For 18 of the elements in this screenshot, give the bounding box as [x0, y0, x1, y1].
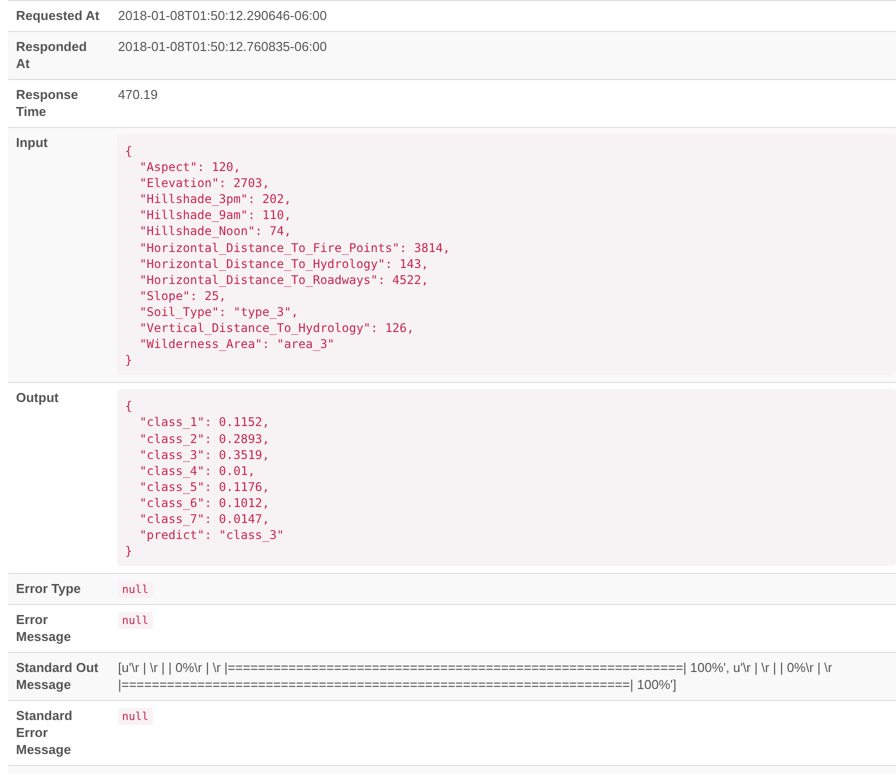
null-value: null	[118, 708, 152, 726]
field-label: Standard Out Message	[15, 659, 100, 694]
field-value: 2018-01-08T01:50:12.290646-06:00	[118, 8, 327, 23]
null-value: null	[118, 612, 152, 630]
field-value: 470.19	[118, 87, 158, 102]
field-label: Input	[15, 134, 49, 152]
json-code-block: { "Aspect": 120, "Elevation": 2703, "Hillshade_3pm": 202, "Hillshade_9am": 110, "Hillshade_Noon": 74, "Horizontal_Distance_To_Fire_Points": 3814, "Horizontal_Distance_To_Hydrology": 143, "Horizontal_Distance_To_Roadways": 4522, "Slope": 25, "Soil_Type": "type_3", "Vertical_Distance_To_Hydrology": 126, "Wilderness_Area": "area_3" }	[117, 134, 896, 376]
field-label: Error Message	[15, 611, 72, 646]
field-label: Standard Error Message	[15, 707, 74, 760]
field-label: Response Time	[15, 86, 80, 121]
field-label: Error Type	[15, 580, 82, 598]
field-label: Requested At	[15, 7, 100, 25]
field-value: 2018-01-08T01:50:12.760835-06:00	[118, 39, 327, 54]
null-value: null	[118, 581, 152, 598]
field-value: [u'\r | \r | | 0%\r | \r |============================================================| 100%', u'\r | \r | | 0%\r | \r |===================================================================| 100%']	[118, 660, 832, 692]
field-label: Responded At	[15, 38, 88, 73]
field-label: Output	[15, 389, 60, 408]
json-code-block: { "class_1": 0.1152, "class_2": 0.2893, "class_3": 0.3519, "class_4": 0.01, "class_5": 0.1176, "class_6": 0.1012, "class_7": 0.0147, "predict": "class_3" }	[117, 389, 896, 566]
